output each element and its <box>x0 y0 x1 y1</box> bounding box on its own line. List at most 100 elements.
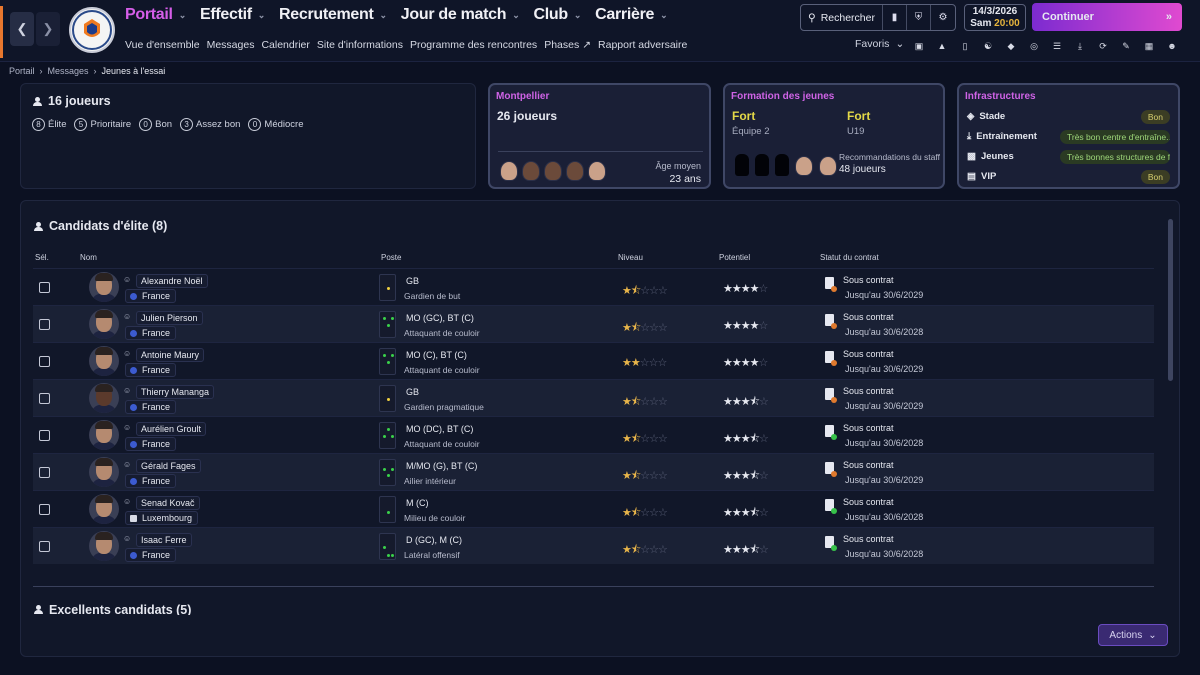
col-header-contract[interactable]: Statut du contrat <box>820 253 879 262</box>
rating-pill[interactable]: 5 Prioritaire <box>74 118 131 131</box>
select-checkbox[interactable] <box>39 282 50 293</box>
player-nation[interactable]: France <box>125 437 177 451</box>
menu-portail[interactable]: Portail ⌄ <box>125 6 186 24</box>
contract-icon <box>825 351 837 366</box>
calendar-icon[interactable]: ▦ <box>1140 37 1158 55</box>
table-row[interactable]: ☺ Gérald Fages France M/MO (G), BT (C) Ailie… <box>33 453 1154 490</box>
player-name[interactable]: Aurélien Groult <box>136 422 207 436</box>
rating-pill[interactable]: 8 Élite <box>32 118 66 131</box>
rating-pill[interactable]: 3 Assez bon <box>180 118 240 131</box>
favorites-dropdown[interactable]: Favoris ⌄ <box>855 38 904 50</box>
forward-button[interactable]: ❯ <box>36 12 60 46</box>
settings-button[interactable]: ⚙ <box>931 5 955 30</box>
youth-card[interactable]: Formation des jeunes Fort Équipe 2 Fort U1… <box>723 83 945 189</box>
select-checkbox[interactable] <box>39 467 50 478</box>
youth-rating-2: Fort <box>847 109 871 123</box>
menu-club[interactable]: Club ⌄ <box>534 6 582 24</box>
select-checkbox[interactable] <box>39 393 50 404</box>
col-header-position[interactable]: Poste <box>381 253 401 262</box>
position-pitch-icon <box>379 496 396 523</box>
chevron-down-icon: ⌄ <box>573 9 582 20</box>
player-nation[interactable]: France <box>125 474 177 488</box>
submenu-item[interactable]: Programme des rencontres <box>410 39 537 51</box>
bookmark-button[interactable]: ▮ <box>883 5 907 30</box>
player-name[interactable]: Thierry Mananga <box>136 385 215 399</box>
scout-button[interactable]: ⛨ <box>907 5 932 30</box>
select-checkbox[interactable] <box>39 430 50 441</box>
table-row[interactable]: ☺ Antoine Maury France MO (C), BT (C) Attaqu… <box>33 342 1154 379</box>
submenu-item[interactable]: Calendrier <box>261 39 309 51</box>
tactics-icon[interactable]: ☯ <box>979 37 997 55</box>
transfer-icon[interactable]: ◆ <box>1002 37 1020 55</box>
breadcrumb-portail[interactable]: Portail <box>9 66 35 76</box>
table-row[interactable]: ☺ Alexandre Noël France GB Gardien de but ★⯪☆… <box>33 268 1154 305</box>
chat-icon[interactable]: ▣ <box>910 37 928 55</box>
select-checkbox[interactable] <box>39 504 50 515</box>
menu-jour-de-match[interactable]: Jour de match ⌄ <box>401 6 520 24</box>
player-name[interactable]: Senad Kovač <box>136 496 200 510</box>
select-checkbox[interactable] <box>39 319 50 330</box>
player-nation[interactable]: Luxembourg <box>125 511 199 525</box>
breadcrumb-messages[interactable]: Messages <box>48 66 89 76</box>
player-nation[interactable]: France <box>125 326 177 340</box>
table-row[interactable]: ☺ Julien Pierson France MO (GC), BT (C) Atta… <box>33 305 1154 342</box>
submenu-item[interactable]: Site d'informations <box>317 39 403 51</box>
player-nation[interactable]: France <box>125 363 177 377</box>
col-header-select[interactable]: Sél. <box>35 253 49 262</box>
club-crest-logo[interactable] <box>69 7 115 53</box>
col-header-potential[interactable]: Potentiel <box>719 253 750 262</box>
flag-icon <box>130 403 137 411</box>
player-name[interactable]: Julien Pierson <box>136 311 203 325</box>
menu-recrutement[interactable]: Recrutement ⌄ <box>279 6 387 24</box>
training-icon[interactable]: ✎ <box>1117 37 1135 55</box>
table-row[interactable]: ☺ Isaac Ferre France D (GC), M (C) Latéral o… <box>33 527 1154 564</box>
player-position: MO (GC), BT (C) <box>406 313 474 323</box>
menu-carri-re[interactable]: Carrière ⌄ <box>595 6 668 24</box>
submenu-item[interactable]: Messages <box>207 39 255 51</box>
refresh-icon[interactable]: ⟳ <box>1094 37 1112 55</box>
submenu-item[interactable]: Phases <box>544 39 579 51</box>
player-name[interactable]: Antoine Maury <box>136 348 205 362</box>
download-icon[interactable]: ⤓ <box>1071 37 1089 55</box>
player-name[interactable]: Gérald Fages <box>136 459 201 473</box>
clipboard-icon[interactable]: ▯ <box>956 37 974 55</box>
nation-label: France <box>142 402 171 412</box>
select-checkbox[interactable] <box>39 356 50 367</box>
table-row[interactable]: ☺ Aurélien Groult France MO (DC), BT (C) Att… <box>33 416 1154 453</box>
rating-pill[interactable]: 0 Bon <box>139 118 172 131</box>
date-display[interactable]: 14/3/2026 Sam 20:00 <box>964 4 1026 31</box>
search-button[interactable]: ⚲ Rechercher <box>801 5 883 30</box>
chevron-down-icon: ⌄ <box>1148 629 1157 641</box>
table-row[interactable]: ☺ Thierry Mananga France GB Gardien pragmati… <box>33 379 1154 416</box>
infra-label-stade: Stade <box>979 111 1006 122</box>
select-checkbox[interactable] <box>39 541 50 552</box>
player-nation[interactable]: France <box>125 400 177 414</box>
player-name[interactable]: Alexandre Noël <box>136 274 208 288</box>
position-pitch-icon <box>379 533 396 560</box>
pill-label: Prioritaire <box>90 119 132 130</box>
rating-pill[interactable]: 0 Médiocre <box>248 118 304 131</box>
contract-until: Jusqu'au 30/6/2028 <box>845 438 924 448</box>
submenu-item[interactable]: Vue d'ensemble <box>125 39 200 51</box>
staff-icon[interactable]: ☻ <box>1163 37 1181 55</box>
col-header-name[interactable]: Nom <box>80 253 97 262</box>
pill-count: 3 <box>180 118 194 131</box>
submenu-item[interactable]: Rapport adversaire <box>598 39 687 51</box>
infrastructure-card[interactable]: Infrastructures ◈ Stade Bon ⤓ Entraînement… <box>957 83 1180 189</box>
potential-stars: ★★★★☆ <box>723 320 768 332</box>
menu-effectif[interactable]: Effectif ⌄ <box>200 6 265 24</box>
player-nation[interactable]: France <box>125 289 177 303</box>
scrollbar[interactable] <box>1168 219 1173 381</box>
player-nation[interactable]: France <box>125 548 177 562</box>
col-header-level[interactable]: Niveau <box>618 253 643 262</box>
shirt-icon[interactable]: ▲ <box>933 37 951 55</box>
player-name[interactable]: Isaac Ferre <box>136 533 192 547</box>
back-button[interactable]: ❮ <box>10 12 34 46</box>
actions-button[interactable]: Actions ⌄ <box>1098 624 1168 646</box>
pill-label: Bon <box>155 119 173 130</box>
table-row[interactable]: ☺ Senad Kovač Luxembourg M (C) Milieu de cou… <box>33 490 1154 527</box>
continue-button[interactable]: Continuer » <box>1032 3 1182 31</box>
database-icon[interactable]: ☰ <box>1048 37 1066 55</box>
medical-icon[interactable]: ◎ <box>1025 37 1043 55</box>
club-card[interactable]: Montpellier 26 joueurs Âge moyen 23 ans <box>488 83 711 189</box>
